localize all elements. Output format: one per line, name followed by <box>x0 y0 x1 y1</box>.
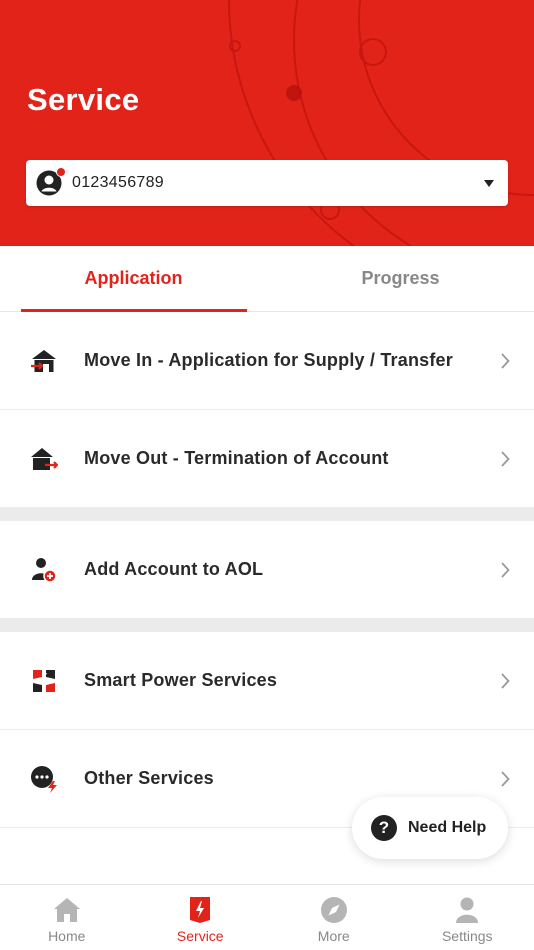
notification-dot <box>56 167 66 177</box>
tab-progress[interactable]: Progress <box>267 246 534 311</box>
chevron-right-icon <box>492 561 518 578</box>
nav-more[interactable]: More <box>267 885 401 950</box>
list-item-smart-power[interactable]: Smart Power Services <box>0 632 534 730</box>
move-out-house-icon <box>30 445 58 473</box>
chevron-right-icon <box>492 770 518 787</box>
nav-settings[interactable]: Settings <box>401 885 534 950</box>
header: Service 0123456789 <box>0 0 534 246</box>
nav-home-label: Home <box>48 928 86 944</box>
service-icon <box>186 896 214 924</box>
list-item-move-out[interactable]: Move Out - Termination of Account <box>0 410 534 508</box>
smart-power-label: Smart Power Services <box>84 670 278 690</box>
tab-bar: Application Progress <box>0 246 534 312</box>
compass-icon <box>320 896 348 924</box>
move-in-label: Move In - Application for Supply / Trans… <box>84 350 453 370</box>
question-icon: ? <box>371 815 397 841</box>
chevron-right-icon <box>492 672 518 689</box>
bottom-nav: Home Service More Settings <box>0 884 534 950</box>
list-item-move-in[interactable]: Move In - Application for Supply / Trans… <box>0 312 534 410</box>
move-out-label: Move Out - Termination of Account <box>84 448 389 468</box>
need-help-label: Need Help <box>408 819 487 836</box>
add-user-icon <box>30 556 58 584</box>
other-services-label: Other Services <box>84 768 214 788</box>
person-icon <box>453 896 481 924</box>
service-list: Move In - Application for Supply / Trans… <box>0 312 534 828</box>
nav-service-label: Service <box>176 928 224 944</box>
list-item-add-account[interactable]: Add Account to AOL <box>0 521 534 619</box>
nav-settings-label: Settings <box>441 928 493 944</box>
section-divider <box>0 508 534 521</box>
home-icon <box>53 896 81 924</box>
dropdown-arrow-icon <box>484 179 494 187</box>
page-title: Service <box>27 82 140 117</box>
add-account-label: Add Account to AOL <box>84 559 264 579</box>
account-avatar-icon <box>36 167 66 196</box>
need-help-button[interactable]: ? Need Help <box>352 797 508 859</box>
smart-power-icon <box>30 667 58 695</box>
account-number: 0123456789 <box>72 174 164 191</box>
nav-more-label: More <box>317 928 350 944</box>
nav-home[interactable]: Home <box>0 885 134 950</box>
other-services-icon <box>30 765 58 793</box>
chevron-right-icon <box>492 352 518 369</box>
section-divider <box>0 619 534 632</box>
header-decoration <box>228 0 534 246</box>
nav-service[interactable]: Service <box>134 885 268 950</box>
move-in-house-icon <box>30 347 58 375</box>
account-selector[interactable]: 0123456789 <box>26 160 508 206</box>
chevron-right-icon <box>492 450 518 467</box>
tab-application[interactable]: Application <box>0 246 267 312</box>
